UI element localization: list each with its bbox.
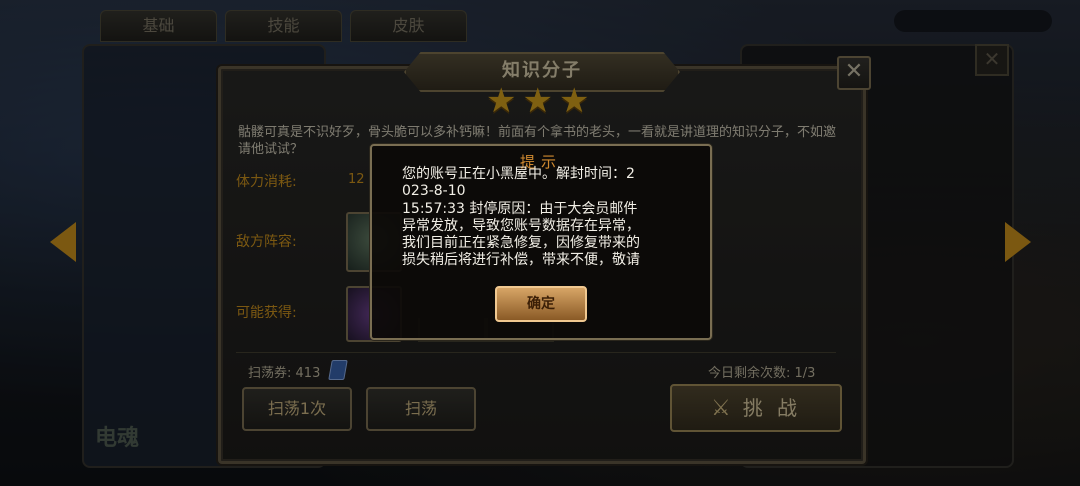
dialog-message: 您的账号正在小黑屋中。解封时间：2 023-8-10 15:57:33 封停原因… <box>402 166 640 269</box>
confirm-button[interactable]: 确定 <box>495 286 587 322</box>
